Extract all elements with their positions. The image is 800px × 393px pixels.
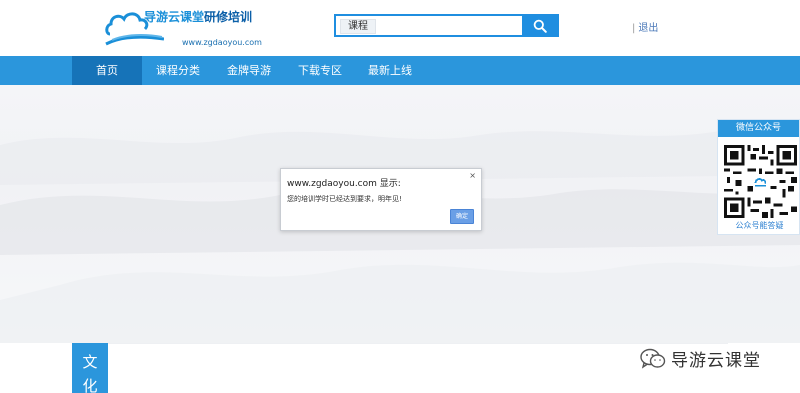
search-box: 课程 xyxy=(334,14,559,37)
nav-item-downloads[interactable]: 下载专区 xyxy=(285,56,355,85)
qr-code-icon[interactable] xyxy=(724,145,797,218)
nav-item-home[interactable]: 首页 xyxy=(72,56,142,85)
nav-item-course-categories[interactable]: 课程分类 xyxy=(143,56,213,85)
logout-separator: | xyxy=(632,23,636,34)
dialog-message: 您的培训学时已经达到要求，明年见! xyxy=(287,195,402,203)
alert-dialog: www.zgdaoyou.com 显示: × 您的培训学时已经达到要求，明年见!… xyxy=(280,168,482,231)
wechat-footer: 公众号能答疑 xyxy=(735,221,784,230)
culture-section-tab[interactable]: 文 化 xyxy=(72,343,108,393)
dialog-ok-button[interactable]: 确定 xyxy=(450,209,474,224)
watermark-text: 导游云课堂 xyxy=(671,351,761,371)
logo-title: 导游云课堂研修培训 xyxy=(144,10,253,24)
close-icon[interactable]: × xyxy=(469,171,476,180)
wechat-title: 微信公众号 xyxy=(718,120,799,137)
nav-item-gold-guides[interactable]: 金牌导游 xyxy=(214,56,284,85)
culture-label-line2: 化 xyxy=(82,377,98,393)
section-divider xyxy=(108,343,728,344)
nav-item-new-releases[interactable]: 最新上线 xyxy=(355,56,425,85)
logout-link[interactable]: 退出 xyxy=(638,23,658,34)
wechat-icon xyxy=(640,348,666,369)
logout-area: | 退出 xyxy=(632,19,658,34)
wechat-watermark: 导游云课堂 xyxy=(640,346,761,371)
main-nav: 首页 课程分类 金牌导游 下载专区 最新上线 xyxy=(0,56,800,85)
logo-url: www.zgdaoyou.com xyxy=(182,38,262,47)
search-button[interactable] xyxy=(522,16,557,35)
wechat-panel: 微信公众号 公众号能答疑 xyxy=(717,119,800,235)
search-icon xyxy=(533,19,547,33)
dialog-title: www.zgdaoyou.com 显示: xyxy=(287,179,401,189)
site-logo[interactable]: 导游云课堂研修培训 www.zgdaoyou.com xyxy=(104,6,274,50)
site-header: 导游云课堂研修培训 www.zgdaoyou.com 课程 | 退出 xyxy=(0,0,800,56)
search-input[interactable] xyxy=(384,16,522,35)
search-category-tag[interactable]: 课程 xyxy=(340,19,376,34)
culture-label-line1: 文 xyxy=(82,353,98,371)
